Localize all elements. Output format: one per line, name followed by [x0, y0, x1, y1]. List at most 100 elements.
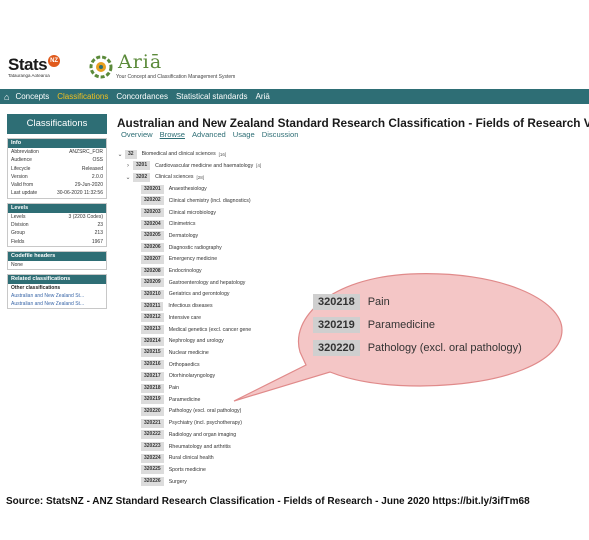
callout-label: Pain: [367, 296, 390, 308]
nav-aria[interactable]: Ariā: [256, 92, 270, 101]
tree-field[interactable]: 320213 Medical genetics (excl. cancer gen…: [133, 325, 251, 335]
source-caption: Source: StatsNZ - ANZ Standard Research …: [6, 496, 530, 507]
tree-field[interactable]: 320226 Surgery: [133, 477, 187, 487]
tree-label: Clinimetrics: [168, 221, 196, 228]
tree-division[interactable]: ⌄ 32 Biomedical and clinical sciences [16]: [117, 149, 226, 159]
aria-logo-word[interactable]: Ariā: [118, 51, 162, 73]
tree-code: 320205: [141, 231, 164, 241]
tree-code: 320209: [141, 278, 164, 288]
tree-group[interactable]: ⌄ 3202 Clinical sciences [28]: [125, 172, 204, 182]
callout-code: 320218: [313, 294, 360, 310]
tree-code: 320208: [141, 266, 164, 276]
tree-field[interactable]: 320209 Gastroenterology and hepatology: [133, 278, 245, 288]
tree-field[interactable]: 320212 Intensive care: [133, 313, 201, 323]
tab-discussion[interactable]: Discussion: [262, 130, 299, 139]
levels-row: Fields 1967: [11, 238, 103, 245]
tree-label: Nephrology and urology: [168, 338, 224, 345]
tab-overview[interactable]: Overview: [121, 130, 153, 139]
site-header: Stats NZ Tatauranga Aotearoa Ariā Your Co…: [0, 48, 589, 86]
tree-field[interactable]: 320219 Paramedicine: [133, 395, 200, 405]
tree-code: 3201: [133, 161, 151, 171]
tree-field[interactable]: 320201 Anaesthesiology: [133, 184, 207, 194]
tree-field[interactable]: 320217 Otorhinolaryngology: [133, 371, 215, 381]
tree-field[interactable]: 320208 Endocrinology: [133, 266, 202, 276]
tree-code: 320223: [141, 442, 164, 451]
tree-field[interactable]: 320205 Dermatology: [133, 231, 198, 241]
tab-usage[interactable]: Usage: [233, 130, 255, 139]
chevron-down-icon[interactable]: ⌄: [125, 174, 131, 181]
tree-code: 320224: [141, 453, 164, 463]
related-link[interactable]: Australian and New Zealand St...: [8, 292, 106, 300]
page-title: Australian and New Zealand Standard Rese…: [117, 116, 589, 130]
tree-code: 320219: [141, 395, 164, 405]
tree-field[interactable]: 320220 Pathology (excl. oral pathology): [133, 406, 241, 416]
tree-field[interactable]: 320215 Nuclear medicine: [133, 348, 209, 358]
tree-field[interactable]: 320202 Clinical chemistry (incl. diagnost…: [133, 196, 251, 206]
info-panel: Info Abbreviation ANZSRC_FOR Audience OSS …: [7, 138, 107, 199]
tree-code: 320212: [141, 313, 164, 323]
tree-label: Intensive care: [168, 314, 201, 321]
callout-code: 320220: [313, 340, 360, 356]
tree-field[interactable]: 320218 Pain: [133, 383, 179, 393]
tree-field[interactable]: 320216 Orthopaedics: [133, 360, 200, 370]
stats-logo-word: Stats: [8, 55, 48, 74]
sidebar-title[interactable]: Classifications: [7, 114, 107, 134]
nav-classifications[interactable]: Classifications: [57, 92, 108, 101]
tree-label: Gastroenterology and hepatology: [168, 279, 246, 286]
info-row: Version 2.0.0: [11, 173, 103, 180]
levels-panel: Levels Levels 3 (2203 Codes) Division 23 G…: [7, 202, 107, 247]
tree-field[interactable]: 320206 Diagnostic radiography: [133, 243, 222, 253]
tree-field[interactable]: 320210 Geriatrics and gerontology: [133, 289, 230, 299]
related-subheader: Other classifications: [11, 285, 61, 292]
tree-field[interactable]: 320223 Rheumatology and arthritis: [133, 442, 231, 452]
levels-row: Division 23: [11, 222, 103, 229]
tree-code: 320211: [141, 301, 164, 311]
codefile-panel: Codefile headers None: [7, 250, 107, 271]
tree-label: Orthopaedics: [168, 361, 200, 368]
tree-field[interactable]: 320203 Clinical microbiology: [133, 208, 216, 218]
tree-field[interactable]: 320221 Psychiatry (incl. psychotherapy): [133, 418, 242, 428]
tree-label: Endocrinology: [168, 268, 202, 274]
tree-label: Biomedical and clinical sciences: [141, 151, 216, 157]
related-header: Related classifications: [8, 275, 106, 285]
tree-field[interactable]: 320214 Nephrology and urology: [133, 336, 224, 346]
chevron-right-icon[interactable]: ›: [125, 163, 131, 169]
tree-label: Otorhinolaryngology: [168, 373, 216, 380]
sidebar: Classifications Info Abbreviation ANZSRC_…: [7, 114, 107, 310]
tree-code: 320221: [141, 418, 164, 428]
callout-row: 320218 Pain: [313, 294, 390, 310]
statsnz-logo[interactable]: Stats NZ Tatauranga Aotearoa: [8, 55, 61, 78]
nav-statistical-standards[interactable]: Statistical standards: [176, 92, 248, 101]
tree-code: 320216: [141, 360, 164, 370]
tree-code: 32: [125, 149, 137, 159]
tree-field[interactable]: 320225 Sports medicine: [133, 465, 206, 475]
tree-label: Rural clinical health: [168, 455, 214, 462]
tree-label: Clinical sciences: [155, 174, 194, 181]
tree-label: Pain: [168, 385, 180, 391]
tree-label: Paramedicine: [168, 396, 201, 403]
tree-field[interactable]: 320211 Infectious diseases: [133, 301, 213, 311]
home-icon[interactable]: ⌂: [4, 92, 9, 102]
nav-concepts[interactable]: Concepts: [15, 92, 49, 101]
tree-code: 320213: [141, 325, 164, 334]
aria-tagline: Your Concept and Classification Manageme…: [116, 74, 236, 80]
nav-concordances[interactable]: Concordances: [116, 92, 168, 101]
tree-field[interactable]: 320222 Radiology and organ imaging: [133, 430, 236, 440]
tree-field[interactable]: 320204 Clinimetrics: [133, 219, 196, 229]
callout-label: Paramedicine: [367, 319, 435, 331]
info-row: Lifecycle Released: [11, 165, 103, 172]
levels-row: Group 213: [11, 230, 103, 237]
info-header: Info: [8, 139, 106, 148]
callout-row: 320219 Paramedicine: [313, 317, 435, 333]
tab-advanced[interactable]: Advanced: [192, 130, 226, 139]
tree-group[interactable]: › 3201 Cardiovascular medicine and haemato…: [125, 161, 261, 171]
tree-code: 320207: [141, 254, 164, 264]
related-link[interactable]: Australian and New Zealand St...: [8, 300, 106, 308]
levels-header: Levels: [8, 203, 106, 213]
tree-code: 320218: [141, 383, 164, 393]
tree-label: Cardiovascular medicine and haematology: [155, 162, 254, 169]
tab-browse[interactable]: Browse: [160, 130, 185, 139]
tree-field[interactable]: 320224 Rural clinical health: [133, 453, 214, 463]
tree-field[interactable]: 320207 Emergency medicine: [133, 254, 217, 264]
chevron-down-icon[interactable]: ⌄: [117, 151, 123, 158]
